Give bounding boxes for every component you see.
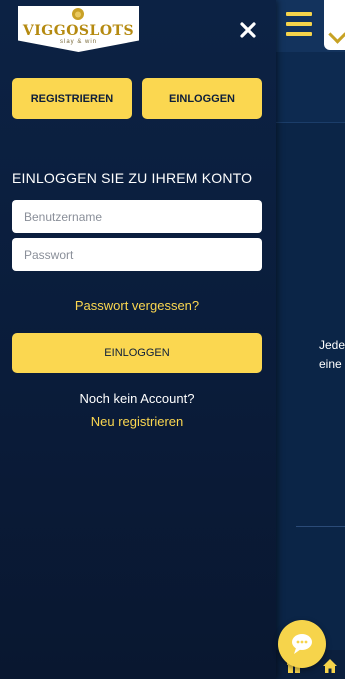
home-icon[interactable] xyxy=(322,658,338,674)
background-divider xyxy=(296,526,345,527)
background-text: Jede eine xyxy=(319,336,345,374)
password-input[interactable] xyxy=(12,238,262,271)
background-header xyxy=(276,0,345,52)
lion-logo-icon xyxy=(72,8,84,20)
login-heading: EINLOGGEN SIE ZU IHREM KONTO xyxy=(12,170,253,186)
login-tab-button[interactable]: EINLOGGEN xyxy=(142,78,262,119)
background-site: Jede eine xyxy=(276,0,345,679)
close-icon[interactable] xyxy=(237,19,259,41)
chat-button[interactable] xyxy=(278,620,326,668)
login-button[interactable]: EINLOGGEN xyxy=(12,333,262,373)
username-input[interactable] xyxy=(12,200,262,233)
background-banner xyxy=(276,52,345,123)
close-icon-glyph xyxy=(240,22,256,38)
page: Jede eine VIGGOSLOTS slay & win REGISTRI… xyxy=(0,0,345,679)
new-register-link[interactable]: Neu registrieren xyxy=(0,414,274,429)
login-drawer: VIGGOSLOTS slay & win REGISTRIEREN EINLO… xyxy=(0,0,276,679)
background-text-line: eine xyxy=(319,357,342,371)
chat-icon xyxy=(292,634,312,654)
forgot-password-link[interactable]: Passwort vergessen? xyxy=(0,298,274,313)
hamburger-menu-icon[interactable] xyxy=(286,12,312,38)
logo-tagline: slay & win xyxy=(59,39,97,45)
logo-wordmark: VIGGOSLOTS xyxy=(22,23,135,39)
register-button[interactable]: REGISTRIEREN xyxy=(12,78,132,119)
background-text-line: Jede xyxy=(319,338,345,352)
background-logo xyxy=(324,0,345,50)
brand-logo[interactable]: VIGGOSLOTS slay & win xyxy=(18,6,139,52)
no-account-text: Noch kein Account? xyxy=(79,391,195,406)
